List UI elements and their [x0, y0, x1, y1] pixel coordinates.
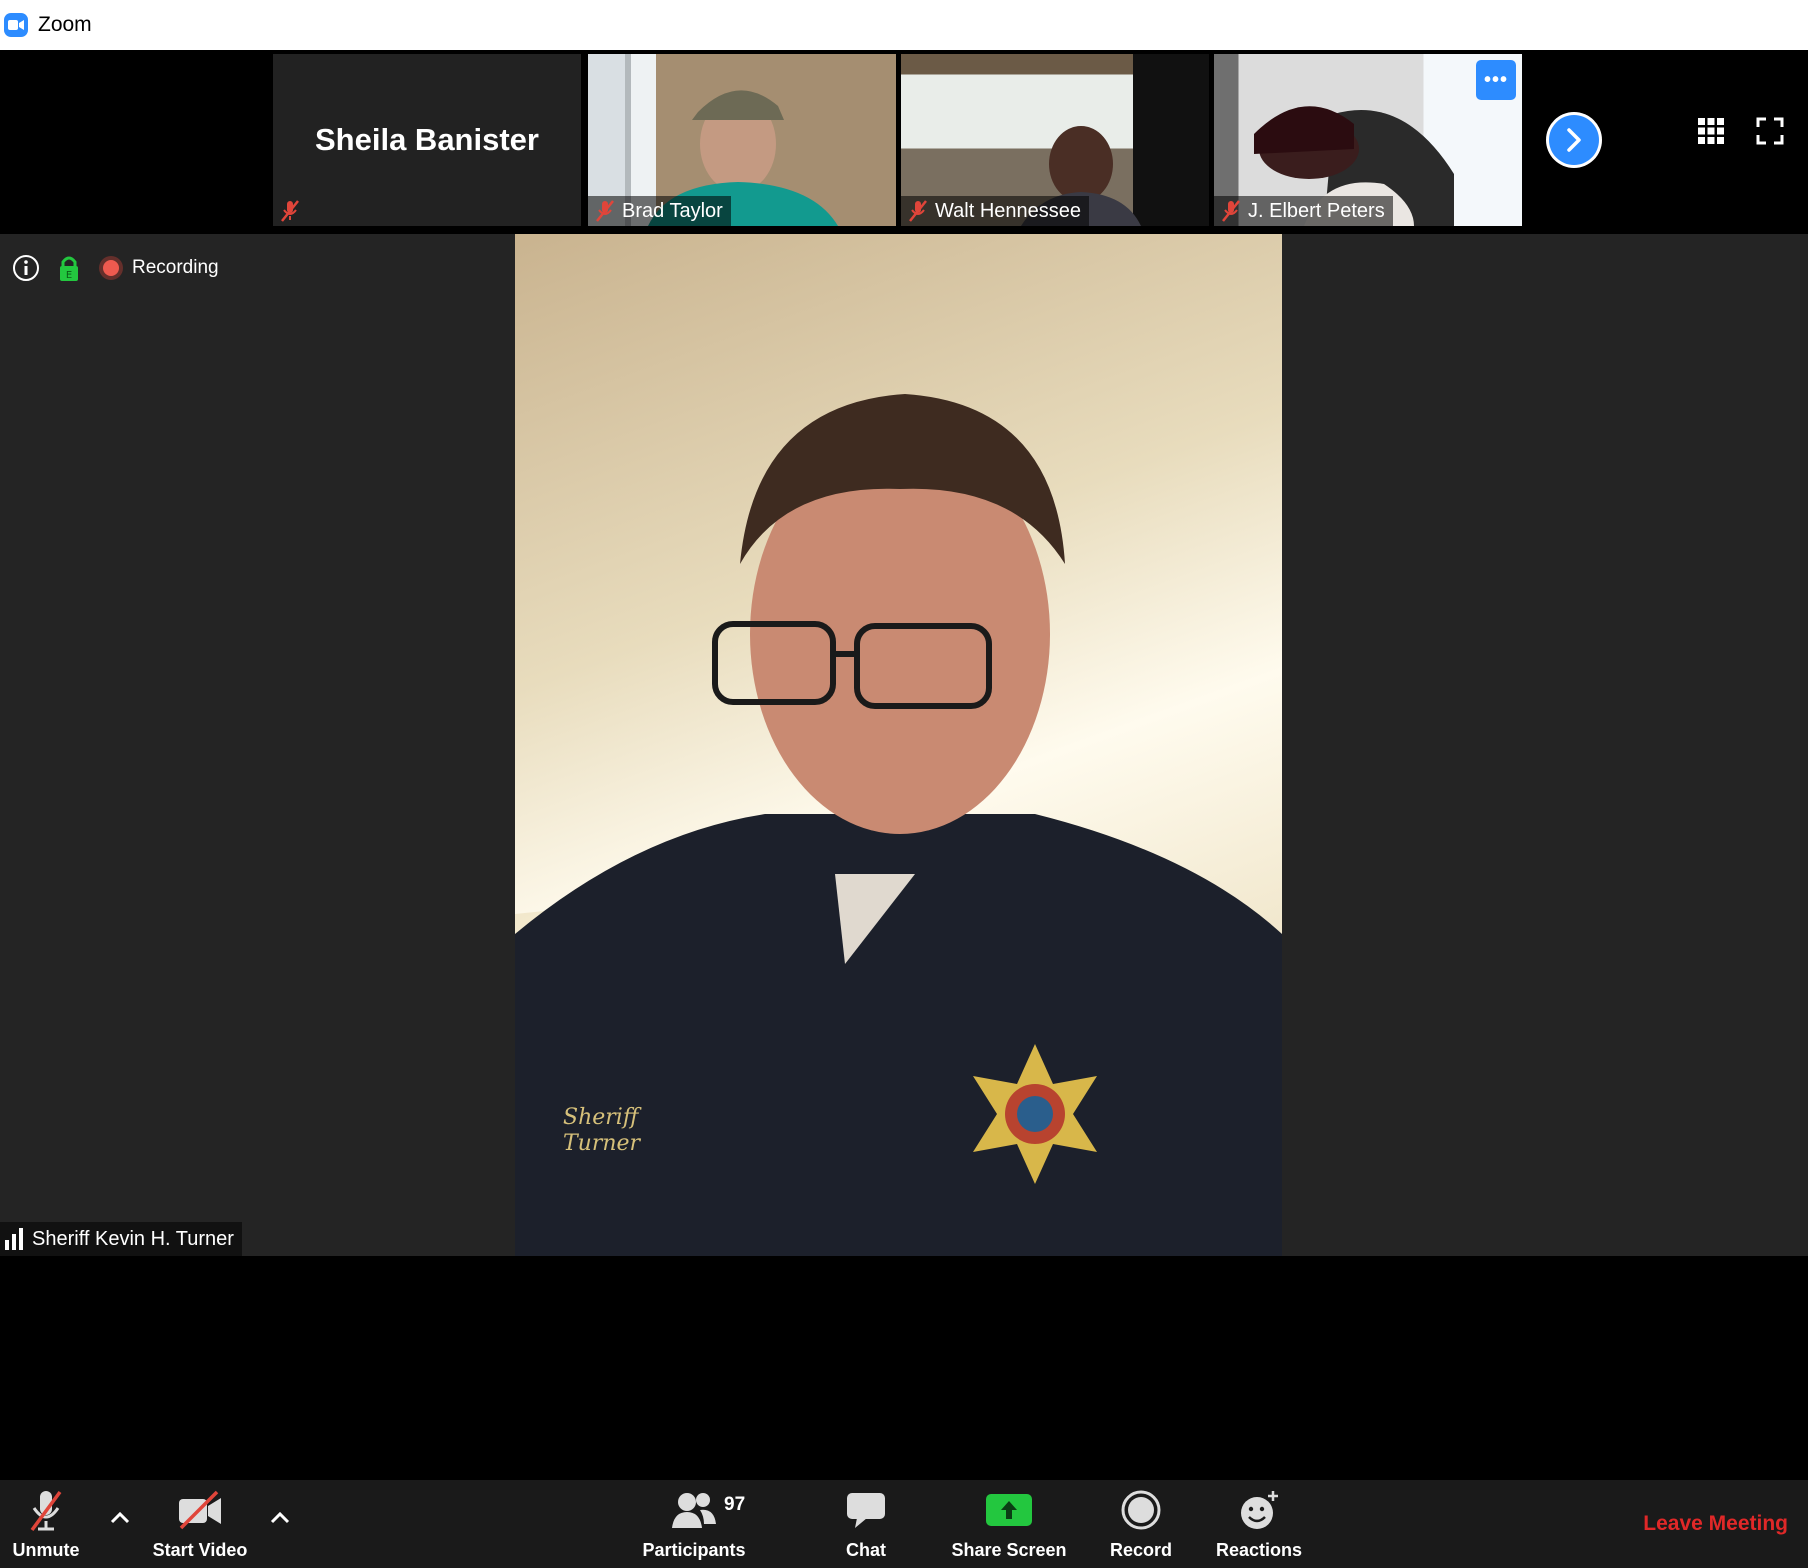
chevron-right-icon — [1567, 128, 1581, 152]
lock-icon[interactable]: E — [58, 254, 80, 282]
reactions-icon — [1241, 1491, 1278, 1529]
participant-tile-walt[interactable]: Walt Hennessee — [901, 54, 1209, 226]
unmute-button[interactable]: Unmute — [4, 1488, 88, 1568]
participant-tile-elbert[interactable]: ••• J. Elbert Peters — [1214, 54, 1522, 226]
main-video-area: E Recording Sheriff Turner Sheriff Kevin… — [0, 234, 1808, 1256]
muted-microphone-icon — [30, 1490, 62, 1532]
chat-button[interactable]: Chat — [826, 1488, 906, 1568]
share-screen-icon — [986, 1494, 1032, 1526]
record-label: Record — [1109, 1540, 1172, 1560]
share-screen-button[interactable]: Share Screen — [944, 1488, 1074, 1568]
chevron-up-icon[interactable] — [268, 1510, 292, 1526]
active-speaker-name: Sheriff Kevin H. Turner — [32, 1227, 234, 1250]
svg-text:E: E — [66, 270, 72, 281]
participant-tile-sheila[interactable]: Sheila Banister — [273, 54, 581, 226]
gallery-view-icon[interactable] — [1697, 117, 1725, 145]
info-icon[interactable] — [12, 254, 40, 282]
participant-display-name: Sheila Banister — [315, 122, 539, 157]
title-bar: Zoom — [0, 0, 1808, 50]
record-button[interactable]: Record — [1100, 1488, 1182, 1568]
participant-strip: Sheila Banister Brad Taylor Walt Henness… — [0, 50, 1808, 234]
participants-count: 97 — [724, 1494, 746, 1515]
participant-name: J. Elbert Peters — [1248, 199, 1385, 222]
share-screen-label: Share Screen — [951, 1540, 1067, 1560]
participant-name-bar: Walt Hennessee — [901, 196, 1089, 226]
signal-bars-icon — [5, 1228, 23, 1250]
window-title: Zoom — [38, 13, 92, 36]
muted-mic-icon — [279, 199, 301, 223]
participant-name: Brad Taylor — [622, 199, 723, 222]
speaker-video-frame: Sheriff Turner — [515, 394, 1282, 1256]
fullscreen-icon[interactable] — [1756, 117, 1784, 145]
recording-dot-icon — [99, 256, 123, 280]
participant-name-bar: Brad Taylor — [588, 196, 731, 226]
muted-mic-icon — [1220, 199, 1242, 223]
next-page-button[interactable] — [1546, 112, 1602, 168]
participant-name-bar: J. Elbert Peters — [1214, 196, 1393, 226]
start-video-button[interactable]: Start Video — [140, 1488, 260, 1568]
svg-text:Sheriff: Sheriff — [563, 1105, 642, 1130]
meeting-status-bar: E Recording — [12, 254, 219, 282]
start-video-label: Start Video — [152, 1540, 248, 1560]
unmute-label: Unmute — [12, 1540, 80, 1560]
record-icon — [1121, 1490, 1161, 1530]
recording-label: Recording — [132, 257, 219, 278]
active-speaker-video: Sheriff Turner — [515, 234, 1282, 1256]
chevron-up-icon[interactable] — [108, 1510, 132, 1526]
chat-label: Chat — [846, 1540, 886, 1560]
reactions-label: Reactions — [1215, 1540, 1303, 1560]
active-speaker-name-bar: Sheriff Kevin H. Turner — [0, 1222, 242, 1256]
svg-text:Turner: Turner — [563, 1131, 642, 1156]
participant-name: Walt Hennessee — [935, 199, 1081, 222]
leave-meeting-button[interactable]: Leave Meeting — [1643, 1512, 1788, 1536]
more-options-button[interactable]: ••• — [1476, 60, 1516, 100]
video-off-icon — [179, 1490, 221, 1530]
participants-icon — [672, 1493, 716, 1528]
participant-name-bar — [273, 196, 315, 226]
reactions-button[interactable]: Reactions — [1208, 1488, 1310, 1568]
participants-label: Participants — [642, 1540, 746, 1560]
muted-mic-icon — [907, 199, 929, 223]
participant-tile-brad[interactable]: Brad Taylor — [588, 54, 896, 226]
chat-bubble-icon — [847, 1493, 885, 1528]
zoom-logo-icon — [4, 13, 28, 37]
muted-mic-icon — [594, 199, 616, 223]
meeting-toolbar: Unmute Start Video Participants 97 Chat … — [0, 1480, 1808, 1568]
